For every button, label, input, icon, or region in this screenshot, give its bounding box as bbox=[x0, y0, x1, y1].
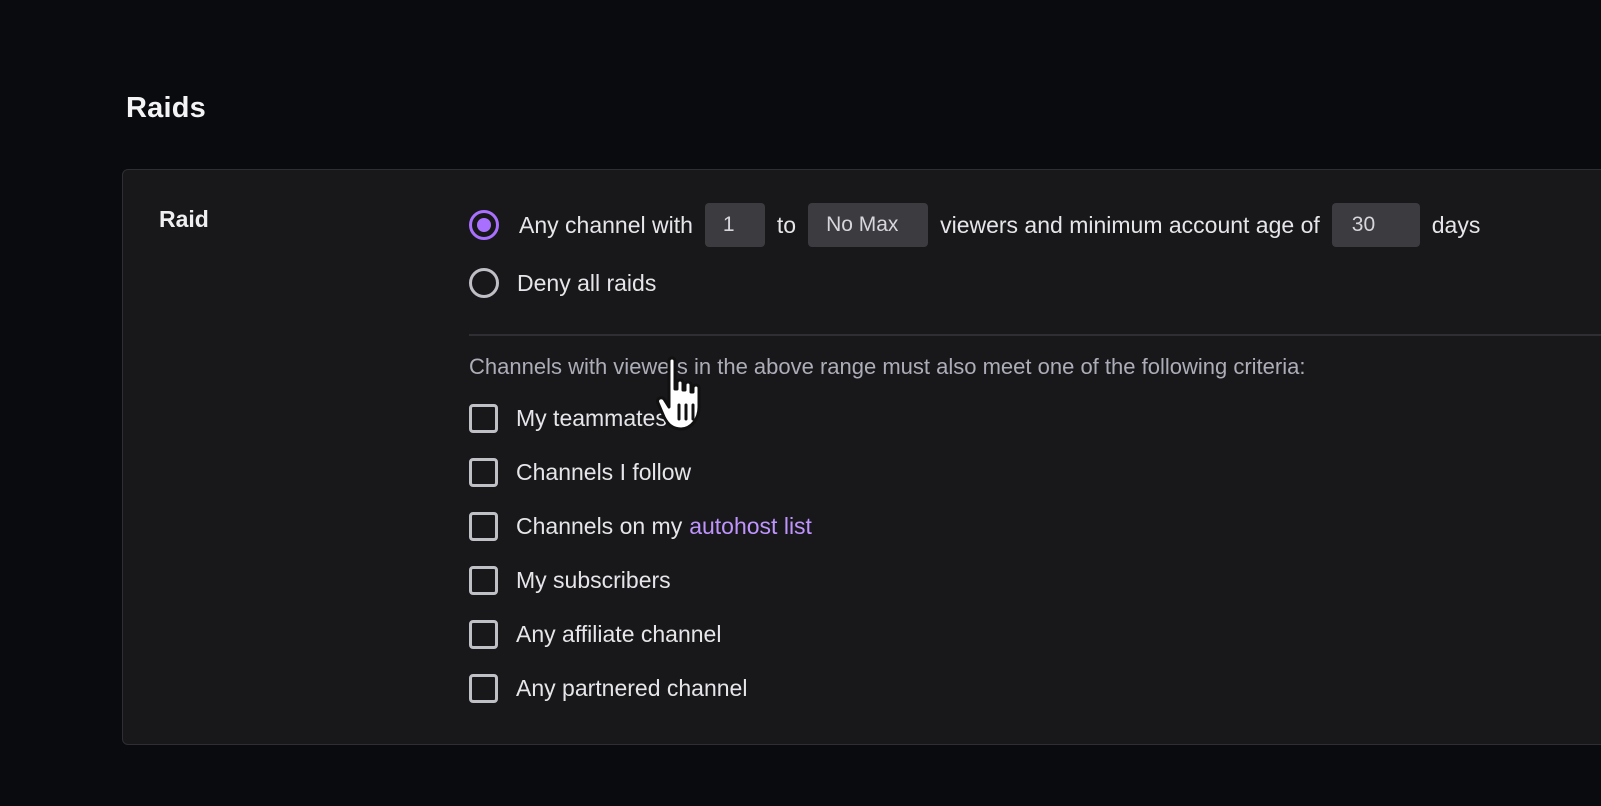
radio-any-channel[interactable] bbox=[469, 210, 499, 240]
criteria-item-affiliate[interactable]: Any affiliate channel bbox=[469, 618, 1601, 650]
radio-deny-all[interactable] bbox=[469, 268, 499, 298]
criteria-list: My teammates Channels I follow Channels … bbox=[469, 402, 1601, 704]
checkbox-partnered[interactable] bbox=[469, 673, 498, 703]
criteria-item-partnered[interactable]: Any partnered channel bbox=[469, 672, 1601, 704]
autohost-list-link[interactable]: autohost list bbox=[689, 513, 812, 540]
criteria-label: Channels on my bbox=[516, 512, 683, 539]
checkbox-autohost[interactable] bbox=[469, 511, 498, 541]
raids-settings-page: Raids Raid Any channel with to viewers a… bbox=[0, 0, 1601, 806]
checkbox-affiliate[interactable] bbox=[469, 619, 498, 649]
max-viewers-input[interactable] bbox=[808, 203, 929, 247]
min-viewers-input[interactable] bbox=[704, 203, 765, 247]
criteria-label: My teammates bbox=[516, 404, 667, 431]
viewers-age-label: viewers and minimum account age of bbox=[940, 211, 1320, 238]
criteria-label: Channels I follow bbox=[516, 458, 692, 485]
criteria-note: Channels with viewers in the above range… bbox=[469, 354, 1306, 379]
criteria-item-follow[interactable]: Channels I follow bbox=[469, 456, 1601, 488]
criteria-label: Any partnered channel bbox=[516, 674, 748, 701]
deny-all-label: Deny all raids bbox=[517, 269, 657, 296]
checkbox-teammates[interactable] bbox=[469, 403, 498, 433]
criteria-label: Any affiliate channel bbox=[516, 620, 722, 647]
section-title: Raids bbox=[126, 92, 206, 124]
radio-option-any-channel[interactable]: Any channel with to viewers and minimum … bbox=[469, 202, 1601, 248]
criteria-item-teammates[interactable]: My teammates bbox=[469, 402, 1601, 434]
to-label: to bbox=[776, 211, 797, 238]
criteria-item-subscribers[interactable]: My subscribers bbox=[469, 564, 1601, 596]
radio-option-deny-all[interactable]: Deny all raids bbox=[469, 260, 1601, 306]
min-account-age-input[interactable] bbox=[1331, 203, 1420, 247]
any-channel-prefix: Any channel with bbox=[519, 211, 693, 238]
raid-options: Any channel with to viewers and minimum … bbox=[469, 202, 1601, 704]
raid-row-label: Raid bbox=[159, 206, 209, 232]
checkbox-follow[interactable] bbox=[469, 457, 498, 487]
divider bbox=[469, 334, 1601, 336]
criteria-label: My subscribers bbox=[516, 566, 671, 593]
raid-settings-card: Raid Any channel with to viewers and min… bbox=[122, 169, 1601, 745]
checkbox-subscribers[interactable] bbox=[469, 565, 498, 595]
days-label: days bbox=[1431, 211, 1481, 238]
criteria-item-autohost[interactable]: Channels on my autohost list bbox=[469, 510, 1601, 542]
